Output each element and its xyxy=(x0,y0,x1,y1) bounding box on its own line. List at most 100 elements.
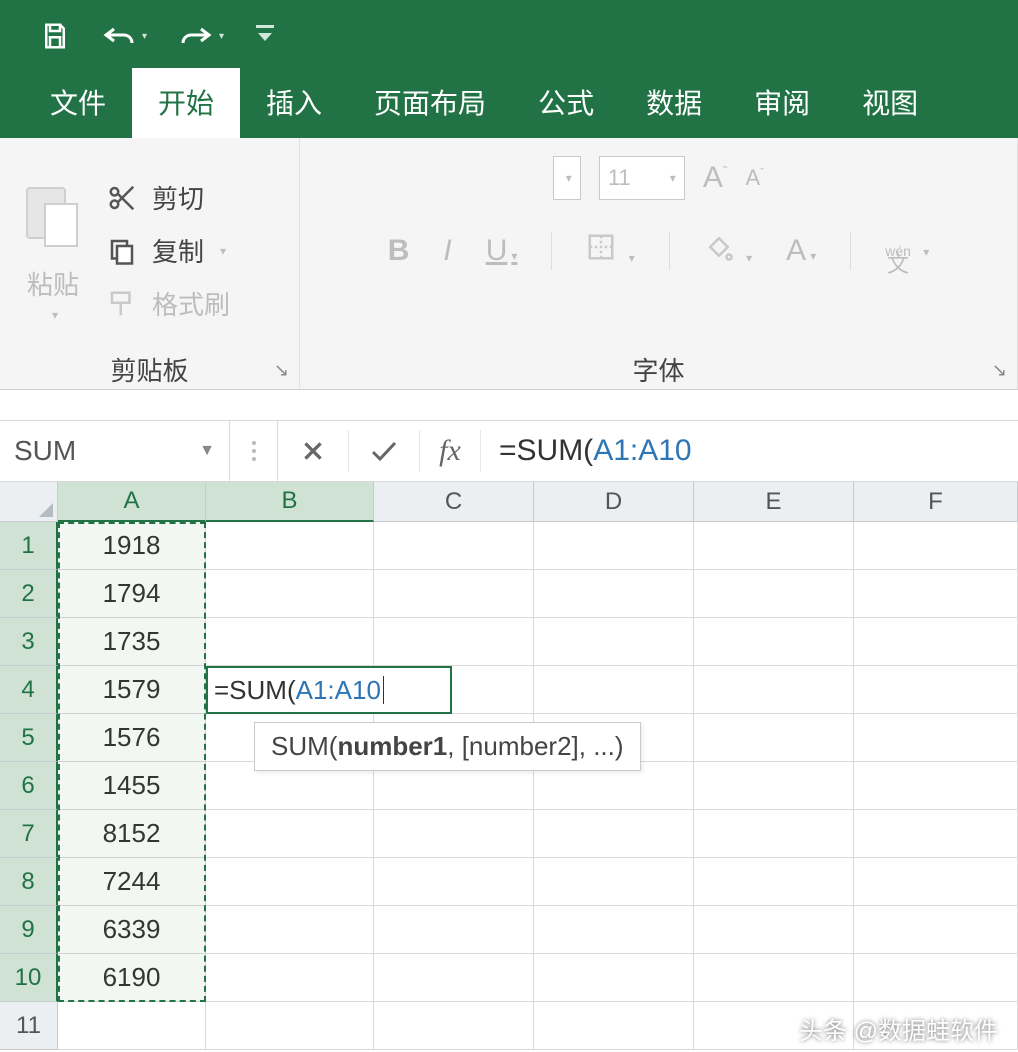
cancel-button[interactable] xyxy=(278,421,348,481)
cell[interactable] xyxy=(374,570,534,618)
col-header-d[interactable]: D xyxy=(534,482,694,522)
cell-a6[interactable]: 1455 xyxy=(58,762,206,810)
cell[interactable] xyxy=(534,858,694,906)
row-header[interactable]: 1 xyxy=(0,522,58,570)
chevron-down-icon[interactable]: ▾ xyxy=(52,308,58,322)
font-name-select[interactable]: ▾ xyxy=(553,156,581,200)
row-header[interactable]: 4 xyxy=(0,666,58,714)
chevron-down-icon[interactable]: ▼ xyxy=(199,442,215,460)
cell[interactable] xyxy=(694,906,854,954)
cell[interactable] xyxy=(534,906,694,954)
tab-data[interactable]: 数据 xyxy=(620,68,728,138)
cut-button[interactable]: 剪切 xyxy=(104,179,230,216)
cell[interactable] xyxy=(534,666,694,714)
cell[interactable] xyxy=(534,618,694,666)
row-header[interactable]: 2 xyxy=(0,570,58,618)
cell[interactable] xyxy=(206,570,374,618)
cell[interactable] xyxy=(854,714,1018,762)
row-header[interactable]: 8 xyxy=(0,858,58,906)
row-header[interactable]: 10 xyxy=(0,954,58,1002)
cell[interactable] xyxy=(206,522,374,570)
tab-insert[interactable]: 插入 xyxy=(240,68,348,138)
font-color-button[interactable]: A▾ xyxy=(786,234,816,268)
cell[interactable] xyxy=(374,522,534,570)
row-header[interactable]: 7 xyxy=(0,810,58,858)
cell[interactable] xyxy=(854,666,1018,714)
name-box-resize[interactable] xyxy=(230,421,278,481)
cell-a8[interactable]: 7244 xyxy=(58,858,206,906)
tab-file[interactable]: 文件 xyxy=(24,68,132,138)
underline-button[interactable]: U▾ xyxy=(486,234,518,268)
borders-button[interactable]: ▾ xyxy=(586,232,634,270)
cell[interactable] xyxy=(206,618,374,666)
col-header-e[interactable]: E xyxy=(694,482,854,522)
cell[interactable] xyxy=(694,858,854,906)
cell[interactable] xyxy=(854,522,1018,570)
redo-icon[interactable]: ▾ xyxy=(179,23,224,49)
cell-a1[interactable]: 1918 xyxy=(58,522,206,570)
cell-a3[interactable]: 1735 xyxy=(58,618,206,666)
cell-a9[interactable]: 6339 xyxy=(58,906,206,954)
cell[interactable] xyxy=(694,810,854,858)
cell[interactable] xyxy=(206,810,374,858)
col-header-f[interactable]: F xyxy=(854,482,1018,522)
chevron-down-icon[interactable]: ▾ xyxy=(219,31,224,42)
cell[interactable] xyxy=(206,954,374,1002)
cell[interactable] xyxy=(854,906,1018,954)
cell[interactable] xyxy=(854,810,1018,858)
cell[interactable] xyxy=(694,570,854,618)
cell[interactable] xyxy=(374,1002,534,1050)
cell-a11[interactable] xyxy=(58,1002,206,1050)
col-header-b[interactable]: B xyxy=(206,482,374,522)
increase-font-icon[interactable]: Aˆ xyxy=(703,161,728,195)
chevron-down-icon[interactable]: ▾ xyxy=(923,245,929,259)
cell[interactable] xyxy=(694,618,854,666)
cell[interactable] xyxy=(534,810,694,858)
row-header[interactable]: 5 xyxy=(0,714,58,762)
cell-a10[interactable]: 6190 xyxy=(58,954,206,1002)
tab-formulas[interactable]: 公式 xyxy=(512,68,620,138)
enter-button[interactable] xyxy=(349,421,419,481)
name-box[interactable]: SUM ▼ xyxy=(0,421,230,481)
formula-input[interactable]: =SUM(A1:A10 xyxy=(481,434,1018,468)
cell-a4[interactable]: 1579 xyxy=(58,666,206,714)
cell[interactable] xyxy=(374,618,534,666)
cell[interactable] xyxy=(534,1002,694,1050)
tab-layout[interactable]: 页面布局 xyxy=(348,68,512,138)
row-header[interactable]: 6 xyxy=(0,762,58,810)
copy-button[interactable]: 复制 ▾ xyxy=(104,232,230,269)
chevron-down-icon[interactable]: ▾ xyxy=(810,249,816,263)
chevron-down-icon[interactable]: ▾ xyxy=(142,31,147,42)
tab-view[interactable]: 视图 xyxy=(836,68,944,138)
select-all-button[interactable] xyxy=(0,482,58,522)
undo-icon[interactable]: ▾ xyxy=(102,23,147,49)
cell[interactable] xyxy=(694,714,854,762)
insert-function-button[interactable]: fx xyxy=(420,434,480,468)
row-header[interactable]: 11 xyxy=(0,1002,58,1050)
row-header[interactable]: 3 xyxy=(0,618,58,666)
row-header[interactable]: 9 xyxy=(0,906,58,954)
cell[interactable] xyxy=(206,906,374,954)
qat-customize-icon[interactable] xyxy=(256,25,274,47)
chevron-down-icon[interactable]: ▾ xyxy=(511,249,517,263)
fill-color-button[interactable]: ▾ xyxy=(704,232,752,270)
paste-button[interactable]: 粘贴 ▾ xyxy=(18,179,88,322)
cell[interactable] xyxy=(854,570,1018,618)
cell-a5[interactable]: 1576 xyxy=(58,714,206,762)
cell[interactable] xyxy=(534,570,694,618)
cell-a7[interactable]: 8152 xyxy=(58,810,206,858)
font-size-select[interactable]: 11 ▾ xyxy=(599,156,685,200)
dialog-launcher-icon[interactable]: ↘ xyxy=(274,360,289,381)
format-painter-button[interactable]: 格式刷 xyxy=(104,285,230,322)
cell[interactable] xyxy=(206,858,374,906)
chevron-down-icon[interactable]: ▾ xyxy=(629,251,635,265)
cell[interactable] xyxy=(694,522,854,570)
col-header-c[interactable]: C xyxy=(374,482,534,522)
cell[interactable] xyxy=(854,954,1018,1002)
tab-review[interactable]: 审阅 xyxy=(728,68,836,138)
cell[interactable] xyxy=(694,954,854,1002)
italic-button[interactable]: I xyxy=(443,234,451,268)
cell[interactable] xyxy=(854,858,1018,906)
chevron-down-icon[interactable]: ▾ xyxy=(746,251,752,265)
cell[interactable] xyxy=(534,954,694,1002)
